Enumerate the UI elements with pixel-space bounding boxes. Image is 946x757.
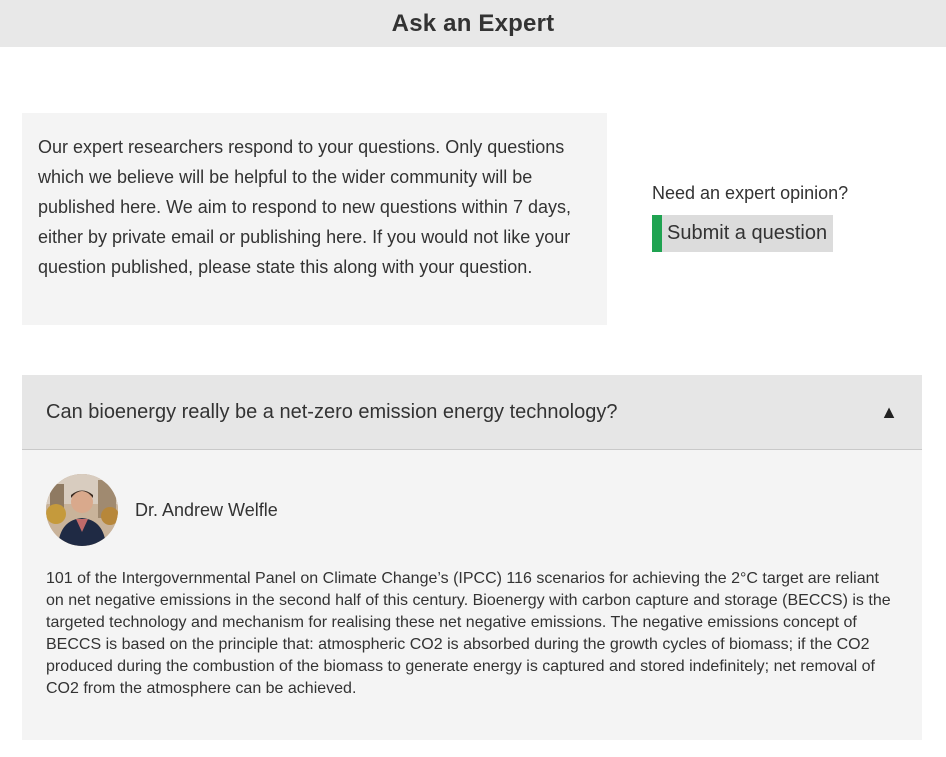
answer-text: 101 of the Intergovernmental Panel on Cl… (46, 570, 891, 697)
page-header: Ask an Expert (0, 0, 946, 47)
intro-text: Our expert researchers respond to your q… (38, 137, 571, 277)
cta-label: Need an expert opinion? (652, 183, 849, 203)
expert-avatar (46, 474, 118, 546)
expert-photo-icon (46, 474, 118, 546)
faq-item: Can bioenergy really be a net-zero emiss… (22, 375, 922, 740)
submit-question-button[interactable]: Submit a question (652, 215, 834, 252)
intro-panel: Our expert researchers respond to your q… (22, 113, 607, 325)
question-cta: Need an expert opinion? Submit a questio… (652, 180, 912, 252)
page-title: Ask an Expert (391, 9, 555, 37)
faq-answer: Dr. Andrew Welfle 101 of the Intergovern… (22, 450, 922, 740)
submit-question-label: Submit a question (667, 222, 828, 244)
collapse-arrow-icon[interactable]: ▲ (880, 402, 898, 423)
faq-question-text: Can bioenergy really be a net-zero emiss… (46, 400, 618, 423)
expert-info: Dr. Andrew Welfle (46, 474, 898, 546)
expert-name: Dr. Andrew Welfle (135, 499, 278, 520)
faq-question-toggle[interactable]: Can bioenergy really be a net-zero emiss… (22, 375, 922, 450)
